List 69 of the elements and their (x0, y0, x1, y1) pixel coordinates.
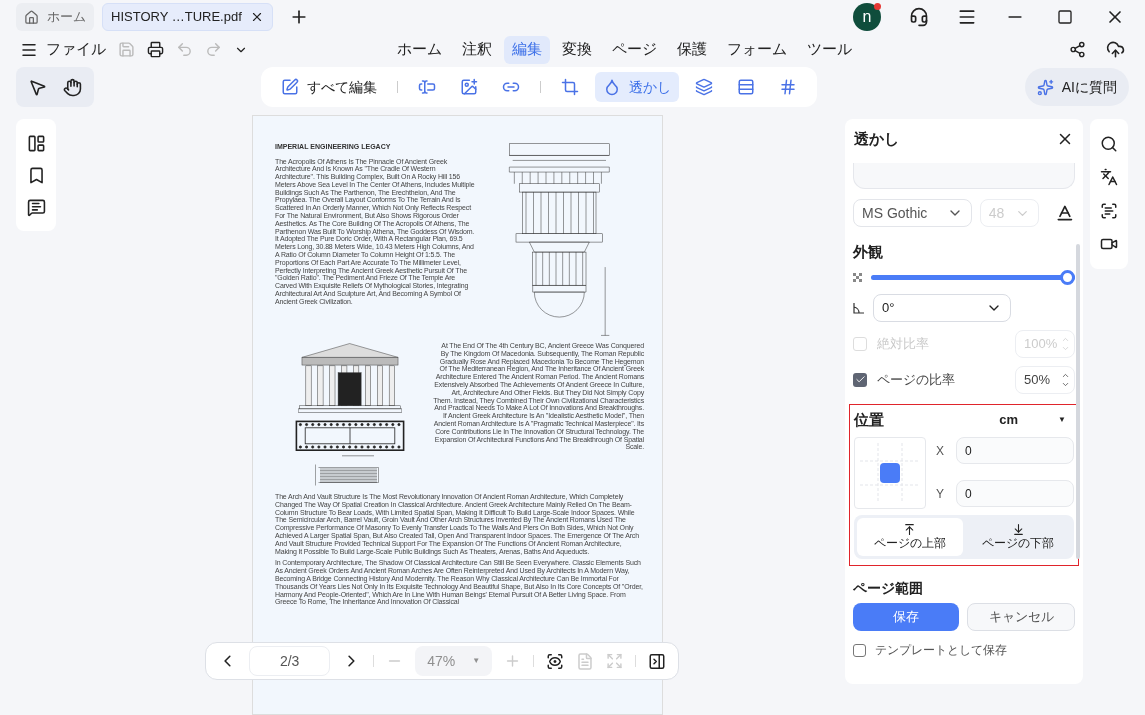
panel-title: 透かし (854, 128, 899, 149)
rotation-dropdown[interactable]: 0° (873, 293, 1011, 322)
option-label: ページの比率 (877, 370, 956, 389)
support-icon[interactable] (909, 7, 929, 28)
section-title: 外観 (853, 242, 884, 262)
select-icon[interactable] (28, 77, 47, 97)
home-tab[interactable]: ホーム (16, 3, 94, 32)
text-icon (418, 78, 437, 96)
file-menu[interactable]: ファイル (20, 38, 106, 61)
percent-field[interactable]: 50% (1015, 365, 1075, 394)
y-field[interactable]: 0 (956, 480, 1074, 507)
top-align-icon (903, 523, 917, 536)
edit-all-icon (281, 78, 300, 96)
font-dropdown[interactable]: MS Gothic (853, 199, 972, 227)
thumbnails-icon[interactable] (26, 133, 46, 153)
bottom-align-icon (1011, 523, 1025, 536)
page-field[interactable]: 2/3 (248, 646, 331, 676)
ai-button[interactable]: AIに質問 (1024, 68, 1129, 106)
cancel-button[interactable]: キャンセル (967, 603, 1075, 631)
opacity-icon (853, 272, 863, 283)
home-icon (24, 9, 39, 25)
read-mode-icon[interactable] (546, 651, 565, 671)
angle-icon (853, 301, 865, 314)
comment-icon[interactable] (26, 197, 46, 217)
menu-tab[interactable]: ページ (604, 35, 665, 64)
background-icon (695, 78, 714, 96)
panel-toggle-icon[interactable] (648, 651, 666, 671)
menu-tab[interactable]: 注釈 (454, 35, 500, 64)
image-icon (460, 78, 479, 96)
maximize-icon[interactable] (1057, 9, 1073, 26)
menu-tab[interactable]: ホーム (389, 35, 450, 64)
sparkle-icon (1036, 78, 1054, 96)
section-title: 位置 (854, 409, 884, 430)
check-icon (854, 374, 866, 385)
translate-icon[interactable] (1100, 168, 1118, 187)
x-field[interactable]: 0 (956, 437, 1074, 464)
crop-icon (561, 78, 580, 96)
menu-tab[interactable]: 保護 (669, 35, 715, 64)
x-label: X (936, 442, 945, 460)
anchor-marker (880, 463, 900, 483)
user-avatar[interactable]: n (853, 3, 881, 32)
menu-tab[interactable]: フォーム (719, 35, 795, 64)
bates-icon (779, 78, 798, 96)
y-label: Y (936, 485, 945, 503)
dashed-grid-lines (860, 443, 920, 503)
layer-option[interactable]: ページの上部 (857, 518, 963, 556)
menu-tab[interactable]: 変換 (554, 35, 600, 64)
hand-icon[interactable] (63, 77, 82, 97)
menu-tab[interactable]: ツール (799, 35, 860, 64)
checkbox[interactable] (853, 372, 867, 387)
checkbox[interactable] (853, 643, 866, 657)
scan-icon[interactable] (1100, 201, 1118, 220)
search-icon[interactable] (1100, 134, 1118, 153)
watermark-tool[interactable]: 透かし (595, 72, 680, 102)
layer-option[interactable]: ページの下部 (965, 518, 1071, 556)
header-footer-icon (737, 78, 756, 96)
opacity-slider[interactable] (871, 269, 1075, 286)
upload-icon[interactable] (1106, 40, 1125, 60)
menu-tab[interactable]: 編集 (504, 35, 550, 64)
share-icon[interactable] (1069, 41, 1086, 59)
option-label: テンプレートとして保存 (875, 642, 1007, 659)
edit-all-tool[interactable]: すべて編集 (273, 72, 386, 102)
save-button[interactable]: 保存 (853, 603, 959, 631)
slider-thumb[interactable] (1060, 270, 1075, 285)
unit-dropdown[interactable]: cm ▼ (999, 410, 1066, 430)
text-color-icon[interactable] (1055, 203, 1075, 223)
document-tab[interactable]: HISTORY …TURE.pdf (102, 3, 273, 32)
print-icon[interactable] (147, 41, 164, 59)
section-title: ページ範囲 (853, 579, 924, 598)
